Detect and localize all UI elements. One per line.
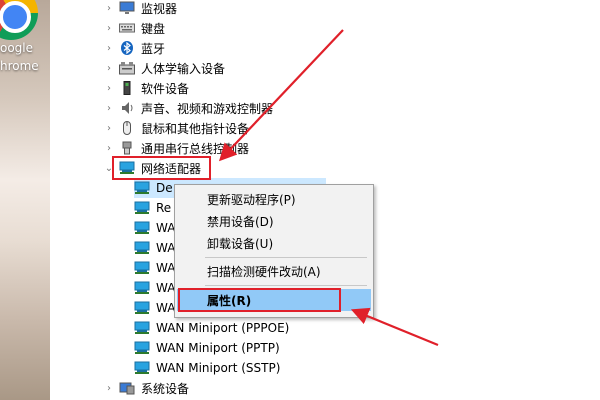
tree-item-label: 系统设备	[141, 381, 190, 396]
network-adapter-icon	[134, 241, 150, 255]
chevron-right-icon[interactable]: ›	[103, 138, 115, 158]
menu-item-scan-hardware[interactable]: 扫描检测硬件改动(A)	[177, 260, 371, 282]
network-adapter-label: Re	[156, 201, 172, 215]
menu-separator	[205, 285, 367, 286]
network-adapter-icon	[134, 301, 150, 315]
tree-item-sound[interactable]: › 声音、视频和游戏控制器	[103, 98, 273, 118]
tree-item-label: 人体学输入设备	[141, 61, 226, 76]
tree-item-label: 鼠标和其他指针设备	[141, 121, 250, 136]
network-adapter-label: WA	[156, 301, 176, 315]
annotation-highlight-box	[112, 156, 211, 180]
network-adapter-item[interactable]: WA	[134, 238, 175, 258]
network-adapter-label: De	[156, 181, 173, 195]
chevron-right-icon[interactable]: ›	[103, 378, 115, 398]
network-adapter-item[interactable]: WAN Miniport (SSTP)	[134, 358, 280, 378]
keyboard-icon	[119, 21, 135, 35]
bluetooth-icon	[119, 41, 135, 55]
chevron-right-icon[interactable]: ›	[103, 98, 115, 118]
network-adapter-icon	[134, 221, 150, 235]
network-adapter-icon	[134, 281, 150, 295]
monitor-icon	[119, 1, 135, 15]
desktop-shortcut-label[interactable]: oogle	[0, 41, 50, 55]
chevron-right-icon[interactable]: ›	[103, 58, 115, 78]
chevron-right-icon[interactable]: ›	[103, 0, 115, 18]
menu-separator	[205, 257, 367, 258]
network-adapter-label: WA	[156, 281, 176, 295]
system-device-icon	[119, 381, 135, 395]
desktop-background: oogle hrome	[0, 0, 50, 400]
network-adapter-item[interactable]: WA	[134, 278, 175, 298]
network-adapter-icon	[134, 321, 150, 335]
tree-item-label: 软件设备	[141, 81, 190, 96]
tree-item-system-devices[interactable]: › 系统设备	[103, 378, 189, 398]
tree-item-label: 监视器	[141, 1, 178, 16]
menu-item-update-driver[interactable]: 更新驱动程序(P)	[177, 188, 371, 210]
desktop-shortcut-label[interactable]: hrome	[0, 59, 50, 73]
chevron-right-icon[interactable]: ›	[103, 18, 115, 38]
tree-item-hid[interactable]: › 人体学输入设备	[103, 58, 225, 78]
tree-item-label: 键盘	[141, 21, 166, 36]
menu-item-disable-device[interactable]: 禁用设备(D)	[177, 210, 371, 232]
network-adapter-label: WAN Miniport (PPPOE)	[156, 321, 290, 335]
tree-item-mouse[interactable]: › 鼠标和其他指针设备	[103, 118, 249, 138]
software-device-icon	[119, 81, 135, 95]
network-adapter-label: WAN Miniport (SSTP)	[156, 361, 281, 375]
mouse-icon	[119, 121, 135, 135]
tree-item-label: 蓝牙	[141, 41, 166, 56]
network-adapter-icon	[134, 261, 150, 275]
network-adapter-item[interactable]: WAN Miniport (PPPOE)	[134, 318, 289, 338]
network-adapter-label: WA	[156, 241, 176, 255]
network-adapter-label: WAN Miniport (PPTP)	[156, 341, 280, 355]
chevron-right-icon[interactable]: ›	[103, 118, 115, 138]
network-adapter-label: WA	[156, 221, 176, 235]
network-adapter-item[interactable]: WA	[134, 218, 175, 238]
hid-icon	[119, 61, 135, 75]
network-adapter-item[interactable]: WA	[134, 258, 175, 278]
network-adapter-icon	[134, 341, 150, 355]
tree-item-keyboard[interactable]: › 键盘	[103, 18, 165, 38]
annotation-highlight-box	[178, 288, 341, 312]
network-adapter-item[interactable]: WAN Miniport (PPTP)	[134, 338, 280, 358]
network-adapter-icon	[134, 201, 150, 215]
tree-item-monitors[interactable]: › 监视器	[103, 0, 177, 18]
chrome-icon[interactable]	[0, 0, 38, 40]
speaker-icon	[119, 101, 135, 115]
usb-icon	[119, 141, 135, 155]
tree-item-usb[interactable]: › 通用串行总线控制器	[103, 138, 249, 158]
tree-item-label: 通用串行总线控制器	[141, 141, 250, 156]
menu-item-uninstall-device[interactable]: 卸载设备(U)	[177, 232, 371, 254]
tree-item-label: 声音、视频和游戏控制器	[141, 101, 274, 116]
chevron-right-icon[interactable]: ›	[103, 38, 115, 58]
tree-item-bluetooth[interactable]: › 蓝牙	[103, 38, 165, 58]
network-adapter-icon	[134, 181, 150, 195]
network-adapter-icon	[134, 361, 150, 375]
network-adapter-item[interactable]: WA	[134, 298, 175, 318]
tree-item-software-devices[interactable]: › 软件设备	[103, 78, 189, 98]
network-adapter-item[interactable]: Re	[134, 198, 171, 218]
network-adapter-label: WA	[156, 261, 176, 275]
chevron-right-icon[interactable]: ›	[103, 78, 115, 98]
